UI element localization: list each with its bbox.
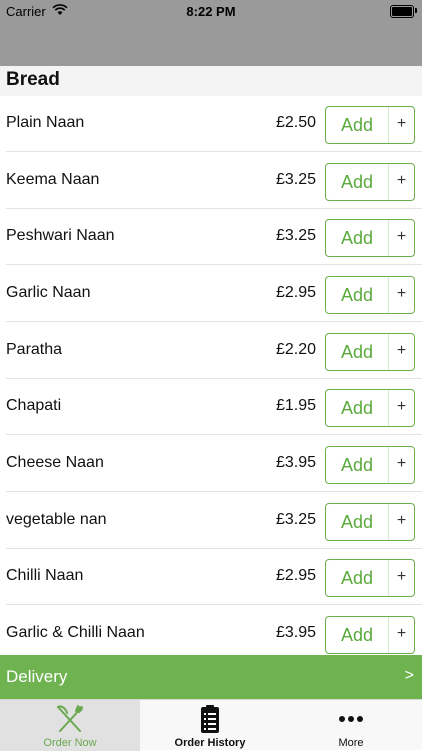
add-button[interactable]: Add + xyxy=(325,333,415,371)
tab-order-now[interactable]: Order Now xyxy=(0,700,140,751)
battery-icon xyxy=(390,5,414,18)
menu-item-list[interactable]: Plain Naan £2.50 Add + Keema Naan £3.25 … xyxy=(0,96,422,655)
add-button[interactable]: Add + xyxy=(325,276,415,314)
plus-icon: + xyxy=(396,568,407,585)
status-bar: Carrier 8:22 PM xyxy=(0,0,422,22)
menu-item-row: Garlic & Chilli Naan £3.95 Add + xyxy=(0,606,422,655)
item-price: £2.95 xyxy=(275,567,316,584)
item-price: £2.20 xyxy=(275,341,316,358)
row-divider xyxy=(6,604,422,605)
add-label: Add xyxy=(340,568,374,588)
item-price: £2.50 xyxy=(275,114,316,131)
add-label: Add xyxy=(340,285,374,305)
add-label: Add xyxy=(340,455,374,475)
section-header: Bread xyxy=(0,66,422,96)
row-divider xyxy=(6,321,422,322)
add-label: Add xyxy=(340,625,374,645)
clipboard-icon xyxy=(201,705,219,733)
add-label: Add xyxy=(340,398,374,418)
more-dots-icon xyxy=(339,716,363,722)
row-divider xyxy=(6,434,422,435)
item-price: £3.25 xyxy=(275,171,316,188)
item-price: £3.25 xyxy=(275,511,316,528)
plus-icon: + xyxy=(396,398,407,415)
add-label: Add xyxy=(340,172,374,192)
add-label: Add xyxy=(340,115,374,135)
delivery-bar[interactable]: Delivery > xyxy=(0,655,422,699)
add-label: Add xyxy=(340,512,374,532)
add-label: Add xyxy=(340,342,374,362)
item-price: £1.95 xyxy=(275,397,316,414)
navigation-bar xyxy=(0,22,422,66)
plus-icon: + xyxy=(396,625,407,642)
tab-bar: Order Now Order History More xyxy=(0,699,422,751)
add-button[interactable]: Add + xyxy=(325,446,415,484)
item-price: £3.95 xyxy=(275,624,316,641)
item-name: vegetable nan xyxy=(6,511,107,528)
delivery-label: Delivery xyxy=(6,667,68,686)
add-button[interactable]: Add + xyxy=(325,559,415,597)
menu-item-row: Peshwari Naan £3.25 Add + xyxy=(0,209,422,265)
plus-icon: + xyxy=(396,228,407,245)
add-label: Add xyxy=(340,228,374,248)
plus-icon: + xyxy=(396,115,407,132)
add-button[interactable]: Add + xyxy=(325,106,415,144)
item-name: Peshwari Naan xyxy=(6,227,115,244)
add-button[interactable]: Add + xyxy=(325,616,415,654)
add-button[interactable]: Add + xyxy=(325,503,415,541)
row-divider xyxy=(6,491,422,492)
add-button[interactable]: Add + xyxy=(325,163,415,201)
item-price: £3.25 xyxy=(275,227,316,244)
plus-icon: + xyxy=(396,512,407,529)
item-price: £2.95 xyxy=(275,284,316,301)
plus-icon: + xyxy=(396,455,407,472)
menu-item-row: Cheese Naan £3.95 Add + xyxy=(0,436,422,492)
item-name: Garlic Naan xyxy=(6,284,91,301)
battery-tip xyxy=(415,8,417,13)
item-price: £3.95 xyxy=(275,454,316,471)
item-name: Paratha xyxy=(6,341,63,358)
row-divider xyxy=(6,151,422,152)
add-button[interactable]: Add + xyxy=(325,389,415,427)
tab-label: More xyxy=(338,737,364,749)
menu-item-row: Chapati £1.95 Add + xyxy=(0,379,422,435)
add-button[interactable]: Add + xyxy=(325,219,415,257)
item-name: Garlic & Chilli Naan xyxy=(6,624,145,641)
menu-item-row: Plain Naan £2.50 Add + xyxy=(0,96,422,152)
tab-label: Order History xyxy=(174,737,246,749)
menu-item-row: vegetable nan £3.25 Add + xyxy=(0,493,422,549)
item-name: Cheese Naan xyxy=(6,454,104,471)
menu-item-row: Keema Naan £3.25 Add + xyxy=(0,153,422,209)
tab-order-history[interactable]: Order History xyxy=(140,700,280,751)
status-time: 8:22 PM xyxy=(186,4,236,19)
item-name: Plain Naan xyxy=(6,114,85,131)
item-name: Chilli Naan xyxy=(6,567,84,584)
tab-label: Order Now xyxy=(43,737,97,749)
menu-item-row: Chilli Naan £2.95 Add + xyxy=(0,549,422,605)
plus-icon: + xyxy=(396,342,407,359)
plus-icon: + xyxy=(396,172,407,189)
item-name: Chapati xyxy=(6,397,62,414)
menu-item-row: Garlic Naan £2.95 Add + xyxy=(0,266,422,322)
tab-more[interactable]: More xyxy=(280,700,422,751)
section-title: Bread xyxy=(6,69,60,90)
item-name: Keema Naan xyxy=(6,171,100,188)
menu-item-row: Paratha £2.20 Add + xyxy=(0,323,422,379)
fork-knife-icon xyxy=(57,705,83,732)
plus-icon: + xyxy=(396,285,407,302)
chevron-right-icon: > xyxy=(404,667,414,684)
row-divider xyxy=(6,264,422,265)
